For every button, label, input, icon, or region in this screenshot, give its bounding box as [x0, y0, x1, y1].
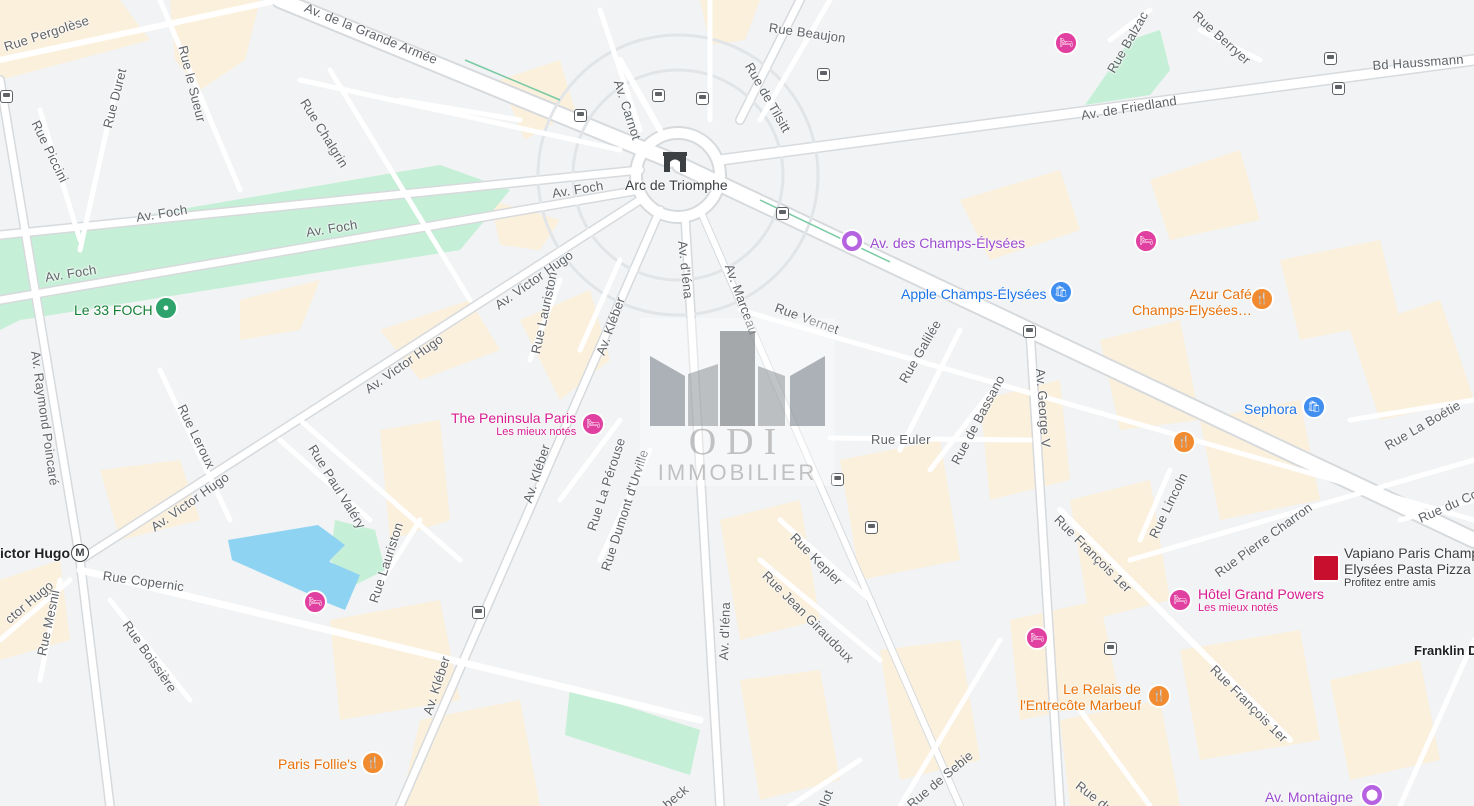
place-name-line1: Vapiano Paris Champ [1344, 545, 1474, 561]
place-label-apple[interactable]: Apple Champs-Élysées [901, 286, 1047, 302]
hotel-icon[interactable]: 🛏 [1054, 31, 1078, 55]
shopping-bag-icon[interactable]: 🛍 [1049, 280, 1073, 304]
bus-stop-icon[interactable] [865, 521, 878, 534]
place-label-le-33-foch[interactable]: Le 33 FOCH [74, 302, 153, 318]
place-label-paris-follies[interactable]: Paris Follie's [278, 756, 357, 772]
bus-stop-icon[interactable] [1023, 325, 1036, 338]
place-label-grand-powers[interactable]: Hôtel Grand Powers Les mieux notés [1198, 586, 1324, 615]
map-canvas[interactable]: Av. de la Grande Armée Rue Pergolèse Rue… [0, 0, 1474, 806]
place-label-sephora[interactable]: Sephora [1244, 401, 1297, 417]
bus-stop-icon[interactable] [1332, 82, 1345, 95]
place-label-arc-de-triomphe[interactable]: Arc de Triomphe [625, 177, 728, 193]
place-label-peninsula[interactable]: The Peninsula Paris Les mieux notés [451, 410, 576, 439]
place-label-relais[interactable]: Le Relais de l'Entrecôte Marbeuf [1020, 681, 1141, 713]
place-name-line1: Azur Café [1189, 286, 1252, 302]
watermark-title: ODI [688, 421, 787, 463]
hotel-icon[interactable]: 🛏 [1134, 229, 1158, 253]
monument-icon[interactable] [661, 150, 689, 172]
bus-stop-icon[interactable] [817, 68, 830, 81]
bus-stop-icon[interactable] [1324, 52, 1337, 65]
hotel-icon[interactable]: 🛏 [1025, 626, 1049, 650]
bus-stop-icon[interactable] [696, 92, 709, 105]
building-logo-icon [650, 331, 825, 426]
bus-stop-icon[interactable] [472, 606, 485, 619]
bus-stop-icon[interactable] [0, 90, 13, 103]
metro-icon[interactable]: M [71, 544, 89, 562]
place-pin-icon[interactable]: ● [154, 296, 178, 320]
hotel-icon[interactable]: 🛏 [1168, 588, 1192, 612]
shopping-bag-icon[interactable]: 🛍 [1302, 395, 1326, 419]
hotel-icon[interactable]: 🛏 [581, 412, 605, 436]
bus-stop-icon[interactable] [574, 109, 587, 122]
restaurant-icon[interactable]: 🍴 [361, 751, 385, 775]
bus-stop-icon[interactable] [652, 89, 665, 102]
place-label-franklin[interactable]: Franklin D [1414, 643, 1474, 659]
place-label-azur-cafe[interactable]: Azur Café Champs-Elysées… [1132, 286, 1252, 318]
restaurant-icon[interactable]: 🍴 [1172, 430, 1196, 454]
hotel-icon[interactable]: 🛏 [303, 590, 327, 614]
place-name: The Peninsula Paris [451, 410, 577, 426]
place-name-line2: Champs-Elysées… [1132, 302, 1252, 318]
place-rating-badge: Les mieux notés [496, 426, 577, 438]
watermark-subtitle: IMMOBILIER [657, 460, 818, 485]
place-name: Hôtel Grand Powers [1198, 586, 1325, 602]
restaurant-icon[interactable]: 🍴 [1147, 684, 1171, 708]
restaurant-logo[interactable] [1312, 554, 1340, 582]
attraction-pin-icon[interactable]: ⬤ [840, 229, 864, 253]
place-name-line2: Elysées Pasta Pizza B [1344, 561, 1474, 577]
watermark-logo: ODI IMMOBILIER [640, 318, 835, 486]
attraction-pin-icon[interactable]: ⬤ [1360, 783, 1384, 806]
place-name-line2: l'Entrecôte Marbeuf [1020, 697, 1141, 713]
bus-stop-icon[interactable] [776, 207, 789, 220]
bus-stop-icon[interactable] [1104, 642, 1117, 655]
place-label-victor-hugo-metro[interactable]: ictor Hugo [0, 545, 70, 561]
place-rating-badge: Les mieux notés [1198, 602, 1279, 614]
place-label-montaigne[interactable]: Av. Montaigne [1265, 789, 1353, 805]
place-label-vapiano[interactable]: Vapiano Paris Champ Elysées Pasta Pizza … [1344, 545, 1474, 590]
place-name-line1: Le Relais de [1063, 681, 1141, 697]
place-label-champs-elysees[interactable]: Av. des Champs-Élysées [870, 235, 1025, 251]
street-label: Rue Euler [871, 432, 931, 447]
place-tagline: Profitez entre amis [1344, 577, 1436, 589]
street-label: Av. d'Iéna [716, 601, 734, 661]
restaurant-icon[interactable]: 🍴 [1250, 287, 1274, 311]
